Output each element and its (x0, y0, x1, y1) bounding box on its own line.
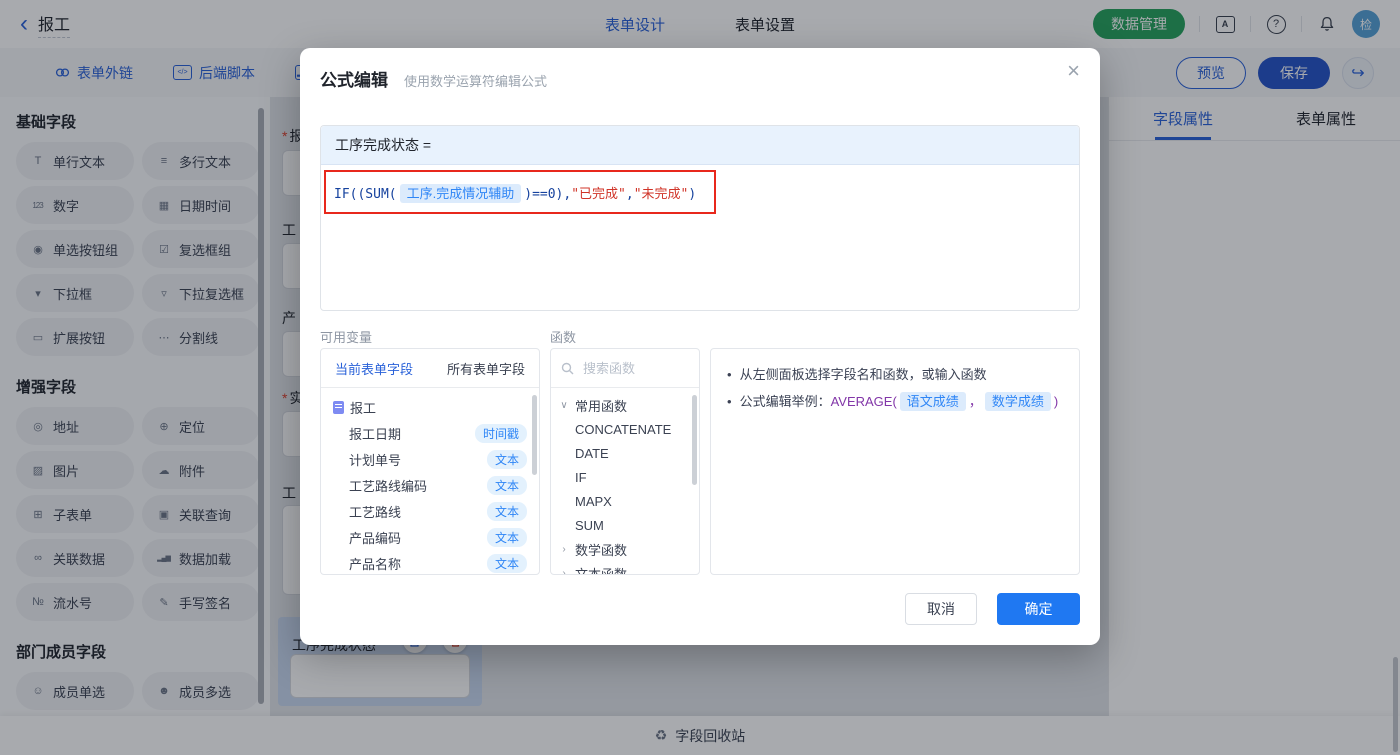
function-item[interactable]: CONCATENATE (551, 417, 699, 441)
function-group-label: 常用函数 (575, 398, 628, 414)
example-field-chip: 语文成绩 (899, 392, 966, 411)
app-window: ‹ 报工 表单设计 表单设置 数据管理 A ? 检 表单外链 </> 后端脚本 (0, 0, 1400, 755)
variable-name: 计划单号 (349, 452, 402, 468)
help-panel: 从左侧面板选择字段名和函数，或输入函数 公式编辑举例：AVERAGE(语文成绩，… (710, 348, 1080, 575)
help-comma: ， (968, 394, 982, 409)
function-search (551, 349, 699, 388)
modal-title: 公式编辑 (320, 71, 388, 90)
tab-all-form-fields[interactable]: 所有表单字段 (447, 359, 525, 378)
help-example-prefix: 公式编辑举例： (739, 394, 831, 409)
variable-name: 工艺路线编码 (349, 478, 428, 494)
variable-root-label: 报工 (350, 400, 377, 416)
variable-type-tag: 文本 (486, 475, 527, 495)
variables-panel: 当前表单字段 所有表单字段 报工 报工日期 时间戳 计划单号 文本 工艺路线编码 文本… (320, 348, 540, 575)
variables-tabs: 当前表单字段 所有表单字段 (321, 349, 539, 388)
variable-type-tag: 时间戳 (474, 423, 527, 443)
formula-target-label: 工序完成状态 = (335, 137, 432, 153)
confirm-button[interactable]: 确定 (997, 593, 1080, 625)
functions-scrollbar[interactable] (692, 395, 697, 485)
chevron-right-icon: › (562, 567, 566, 575)
variable-row[interactable]: 报工日期 时间戳 (321, 420, 539, 446)
function-group-label: 文本函数 (575, 566, 628, 575)
function-item[interactable]: IF (551, 465, 699, 489)
variable-row[interactable]: 计划单号 文本 (321, 446, 539, 472)
function-group-math[interactable]: › 数学函数 (551, 537, 699, 561)
formula-code: IF((SUM( (334, 186, 397, 202)
formula-target-bar: 工序完成状态 = (321, 126, 1079, 165)
variable-row[interactable]: 产品编码 文本 (321, 524, 539, 550)
formula-expression[interactable]: IF((SUM(工序.完成情况辅助)==0),"已完成","未完成") (334, 183, 697, 203)
formula-string: "未完成" (633, 186, 689, 202)
cancel-button[interactable]: 取消 (905, 593, 977, 625)
help-line-1: 从左侧面板选择字段名和函数，或输入函数 (727, 361, 1063, 388)
formula-code: , (625, 186, 634, 202)
tab-current-form-fields[interactable]: 当前表单字段 (335, 359, 413, 378)
variable-type-tag: 文本 (486, 527, 527, 547)
variable-root-node[interactable]: 报工 (321, 394, 539, 420)
function-item[interactable]: SUM (551, 513, 699, 537)
variable-name: 报工日期 (349, 426, 402, 442)
function-item[interactable]: DATE (551, 441, 699, 465)
form-file-icon (333, 400, 344, 414)
example-field-chip: 数学成绩 (984, 392, 1051, 411)
variable-type-tag: 文本 (486, 553, 527, 573)
functions-panel: ∨ 常用函数 CONCATENATE DATE IF MAPX SUM › 数学… (550, 348, 700, 575)
formula-editor-box: 工序完成状态 = IF((SUM(工序.完成情况辅助)==0),"已完成","未… (320, 125, 1080, 311)
variables-scrollbar[interactable] (532, 395, 537, 475)
formula-code: )==0), (524, 186, 572, 202)
variable-name: 工艺路线 (349, 504, 402, 520)
close-icon[interactable]: × (1067, 60, 1080, 82)
formula-input-area[interactable]: IF((SUM(工序.完成情况辅助)==0),"已完成","未完成") (321, 165, 1079, 310)
variable-row[interactable]: 工艺路线编码 文本 (321, 472, 539, 498)
formula-editor-modal: 公式编辑 使用数学运算符编辑公式 × 工序完成状态 = IF((SUM(工序.完… (300, 48, 1100, 645)
search-icon (561, 362, 574, 374)
annotation-highlight-box: IF((SUM(工序.完成情况辅助)==0),"已完成","未完成") (324, 170, 716, 214)
formula-code: ) (688, 186, 697, 202)
help-close-paren: ) (1053, 394, 1059, 409)
chevron-down-icon: ∨ (560, 399, 568, 411)
variable-name: 产品名称 (349, 556, 402, 572)
function-group-label: 数学函数 (575, 542, 628, 558)
field-chip[interactable]: 工序.完成情况辅助 (399, 183, 522, 203)
help-function-token: AVERAGE( (830, 394, 897, 409)
function-group-common[interactable]: ∨ 常用函数 (551, 393, 699, 417)
variable-row[interactable]: 产品名称 文本 (321, 550, 539, 574)
variables-section-label: 可用变量 (320, 330, 373, 345)
formula-string: "已完成" (571, 186, 626, 202)
function-item[interactable]: MAPX (551, 489, 699, 513)
variable-row[interactable]: 工艺路线 文本 (321, 498, 539, 524)
variable-name: 产品编码 (349, 530, 402, 546)
variable-type-tag: 文本 (486, 449, 527, 469)
function-search-input[interactable] (581, 359, 680, 377)
variable-type-tag: 文本 (486, 501, 527, 521)
modal-subtitle: 使用数学运算符编辑公式 (404, 74, 548, 89)
modal-header: 公式编辑 使用数学运算符编辑公式 (320, 66, 547, 91)
function-group-text[interactable]: › 文本函数 (551, 561, 699, 575)
functions-section-label: 函数 (550, 330, 577, 345)
chevron-right-icon: › (562, 543, 566, 555)
help-line-2: 公式编辑举例：AVERAGE(语文成绩，数学成绩) (727, 388, 1063, 415)
